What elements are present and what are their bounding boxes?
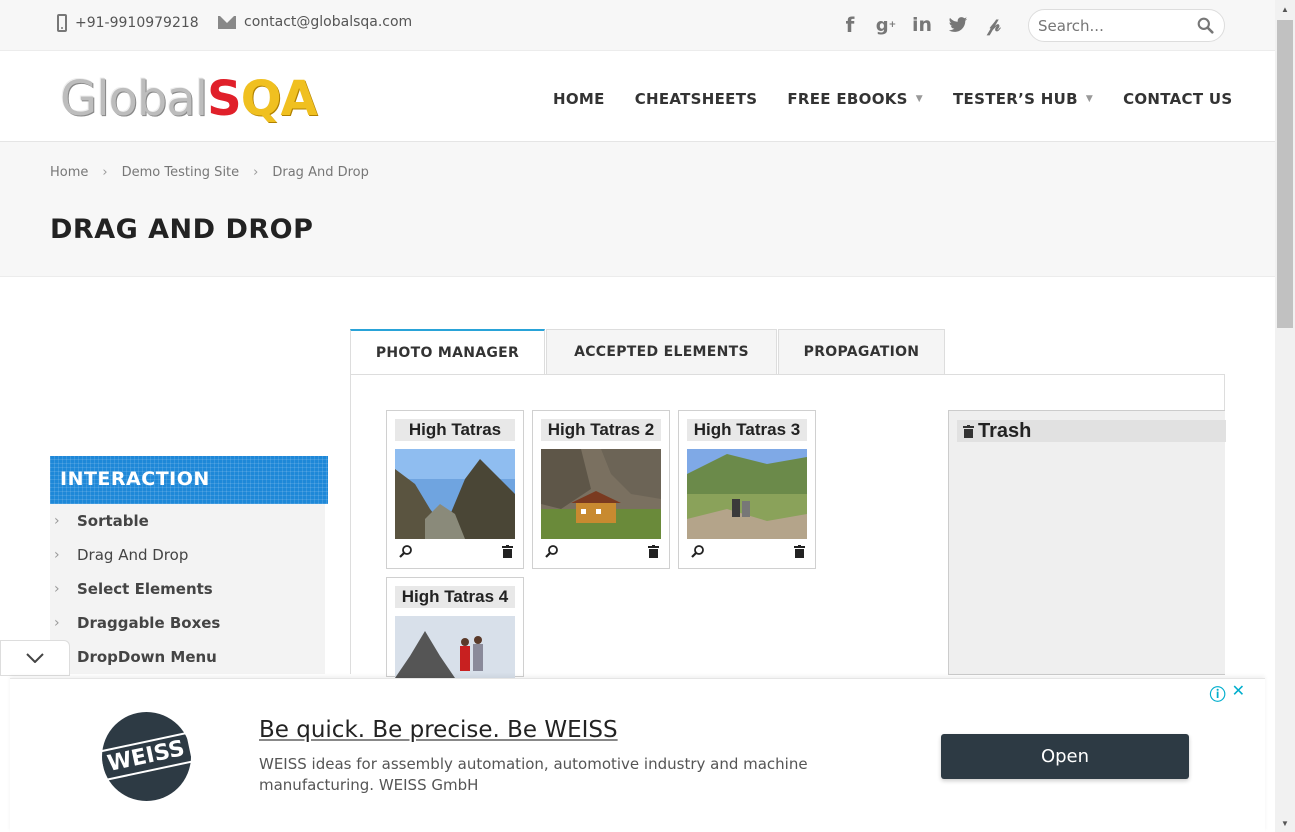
pinterest-icon[interactable]: 𝓅 (982, 12, 1006, 38)
photo-thumbnail[interactable] (687, 449, 807, 539)
page-title: DRAG AND DROP (50, 214, 314, 245)
linkedin-icon[interactable]: in (910, 12, 934, 38)
chevron-down-icon: ▼ (915, 94, 924, 104)
zoom-icon[interactable] (545, 545, 558, 558)
sidebar-item-drag-and-drop[interactable]: › Drag And Drop (50, 538, 325, 572)
photo-thumbnail[interactable] (395, 616, 515, 678)
nav-cheatsheets[interactable]: CHEATSHEETS (635, 90, 758, 108)
sidebar-item-label: Select Elements (77, 580, 213, 598)
gallery-item-title: High Tatras 2 (541, 419, 661, 441)
photo-thumbnail[interactable] (395, 449, 515, 539)
nav-contact-us-label: CONTACT US (1123, 90, 1233, 108)
demo-tabs: PHOTO MANAGER ACCEPTED ELEMENTS PROPAGAT… (350, 329, 946, 375)
top-bar: +91-9910979218 contact@globalsqa.com f g… (0, 0, 1275, 51)
scroll-down-icon[interactable]: ▼ (1275, 814, 1295, 832)
trash-icon (963, 424, 974, 438)
email-contact[interactable]: contact@globalsqa.com (218, 14, 412, 30)
ad-controls: ⓘ ✕ (1210, 681, 1245, 705)
sidebar-item-label: DropDown Menu (77, 648, 217, 666)
phone-icon (57, 14, 67, 32)
scroll-up-icon[interactable]: ▲ (1275, 0, 1295, 18)
trash-icon[interactable] (648, 545, 659, 558)
trash-title: Trash (978, 419, 1032, 442)
scrollbar-thumb[interactable] (1277, 20, 1293, 328)
sidebar-item-select-elements[interactable]: › Select Elements (50, 572, 325, 606)
sidebar-item-dropdown-menu[interactable]: ›DropDown Menu (50, 640, 325, 674)
chevron-right-icon: › (54, 581, 60, 597)
nav-contact-us[interactable]: CONTACT US (1123, 90, 1232, 108)
logo-text-qa: QA (240, 71, 318, 127)
breadcrumb-demo-testing-site[interactable]: Demo Testing Site (122, 165, 240, 180)
trash-header: Trash (957, 420, 1226, 442)
sidebar-item-label: Draggable Boxes (77, 614, 221, 632)
ad-headline[interactable]: Be quick. Be precise. Be WEISS (259, 717, 618, 743)
sidebar-title: INTERACTION (50, 456, 328, 504)
zoom-icon[interactable] (399, 545, 412, 558)
nav-home-label: HOME (553, 90, 605, 108)
twitter-icon[interactable] (946, 12, 970, 38)
trash-icon[interactable] (794, 545, 805, 558)
facebook-icon[interactable]: f (838, 12, 862, 38)
social-links: f g + in 𝓅 (838, 12, 1006, 38)
nav-testers-hub-label: TESTER’S HUB (953, 90, 1078, 108)
nav-home[interactable]: HOME (553, 90, 605, 108)
search-box (1028, 9, 1225, 42)
photo-thumbnail[interactable] (541, 449, 661, 539)
breadcrumb-home[interactable]: Home (50, 165, 88, 180)
trash-icon[interactable] (502, 545, 513, 558)
site-header: GlobalSQA HOME CHEATSHEETS FREE EBOOKS ▼ … (0, 51, 1275, 142)
breadcrumb-separator-icon: › (253, 165, 259, 180)
nav-free-ebooks[interactable]: FREE EBOOKS ▼ (787, 90, 923, 108)
zoom-icon[interactable] (691, 545, 704, 558)
tab-propagation[interactable]: PROPAGATION (778, 329, 945, 375)
gallery-item[interactable]: High Tatras 2 (532, 410, 670, 569)
ad-open-button[interactable]: Open (941, 734, 1189, 779)
chevron-right-icon: › (54, 547, 60, 563)
collapse-ad-button[interactable] (0, 640, 70, 676)
chevron-down-icon (26, 653, 44, 663)
google-plus-icon[interactable]: g + (874, 12, 898, 38)
logo-text-global: Global (60, 71, 208, 127)
main-nav: HOME CHEATSHEETS FREE EBOOKS ▼ TESTER’S H… (553, 90, 1263, 108)
trash-dropzone[interactable]: Trash (948, 410, 1226, 675)
ad-logo-text: WEISS (98, 731, 195, 782)
sidebar-item-draggable-boxes[interactable]: › Draggable Boxes (50, 606, 325, 640)
gallery-item-title: High Tatras (395, 419, 515, 441)
page-title-area: Home › Demo Testing Site › Drag And Drop… (0, 142, 1275, 277)
nav-free-ebooks-label: FREE EBOOKS (787, 90, 908, 108)
gallery-item[interactable]: High Tatras (386, 410, 524, 569)
sidebar-menu: › Sortable › Drag And Drop › Select Element… (50, 504, 325, 674)
gallery-item[interactable]: High Tatras 3 (678, 410, 816, 569)
tab-photo-manager[interactable]: PHOTO MANAGER (350, 329, 545, 375)
phone-number: +91-9910979218 (75, 15, 199, 31)
gallery-item[interactable]: High Tatras 4 (386, 577, 524, 678)
chevron-right-icon: › (54, 615, 60, 631)
nav-cheatsheets-label: CHEATSHEETS (634, 90, 758, 108)
chevron-right-icon: › (54, 513, 60, 529)
phone-contact: +91-9910979218 (57, 14, 199, 32)
email-address[interactable]: contact@globalsqa.com (244, 14, 412, 30)
breadcrumb-separator-icon: › (102, 165, 108, 180)
logo-text-s: S (207, 71, 242, 127)
chevron-down-icon: ▼ (1085, 94, 1094, 104)
gallery-item-title: High Tatras 4 (395, 586, 515, 608)
gallery-item-title: High Tatras 3 (687, 419, 807, 441)
close-icon[interactable]: ✕ (1232, 681, 1245, 705)
nav-testers-hub[interactable]: TESTER’S HUB ▼ (953, 90, 1093, 108)
sidebar-item-sortable[interactable]: › Sortable (50, 504, 325, 538)
search-icon[interactable] (1197, 17, 1214, 34)
mail-icon (218, 15, 236, 29)
info-icon[interactable]: ⓘ (1210, 681, 1226, 705)
ad-description: WEISS ideas for assembly automation, aut… (259, 755, 808, 794)
tab-accepted-elements[interactable]: ACCEPTED ELEMENTS (546, 329, 777, 375)
sidebar-item-label: Sortable (77, 512, 149, 530)
ad-banner: ⓘ ✕ WEISS Be quick. Be precise. Be WEISS… (10, 678, 1265, 832)
breadcrumb: Home › Demo Testing Site › Drag And Drop (50, 165, 369, 180)
sidebar-item-label: Drag And Drop (77, 546, 189, 564)
breadcrumb-current: Drag And Drop (272, 165, 369, 180)
ad-logo[interactable]: WEISS (98, 712, 195, 801)
site-logo[interactable]: GlobalSQA (60, 71, 318, 127)
search-input[interactable] (1038, 17, 1188, 35)
page-scrollbar[interactable]: ▲ ▼ (1275, 0, 1295, 832)
